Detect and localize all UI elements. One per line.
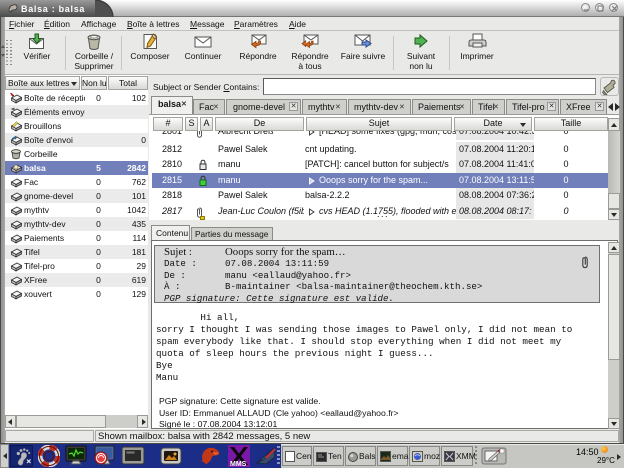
svg-text:MMS: MMS	[230, 461, 247, 467]
